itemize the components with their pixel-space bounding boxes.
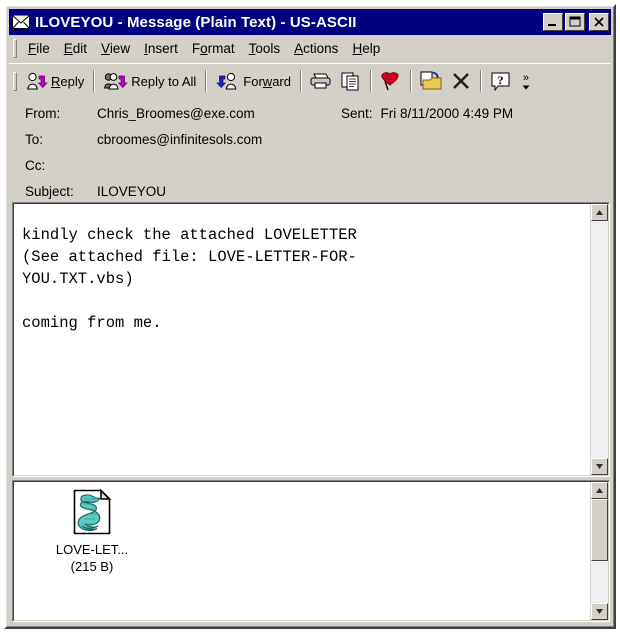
message-window: ILOVEYOU - Message (Plain Text) - US-ASC… xyxy=(4,4,616,629)
reply-all-icon xyxy=(104,73,129,90)
reply-button[interactable]: Reply xyxy=(21,68,89,94)
subject-label: Subject: xyxy=(25,184,74,199)
move-to-folder-button[interactable] xyxy=(416,68,446,94)
subject-value[interactable]: ILOVEYOU xyxy=(97,184,166,199)
header-row-to: To: cbroomes@infinitesols.com xyxy=(9,132,611,158)
reply-to-all-button[interactable]: Reply to All xyxy=(99,68,201,94)
toolbar-separator xyxy=(93,70,96,92)
scroll-thumb[interactable] xyxy=(591,499,608,561)
menu-item-help[interactable]: Help xyxy=(345,39,387,58)
scroll-track[interactable] xyxy=(591,221,608,458)
minimize-button[interactable] xyxy=(543,13,563,31)
envelope-icon xyxy=(12,15,30,29)
scroll-up-button[interactable] xyxy=(591,482,608,499)
flag-button[interactable] xyxy=(376,68,406,94)
menu-item-format[interactable]: Format xyxy=(185,39,242,58)
sent-label: Sent: xyxy=(341,106,373,121)
cc-label: Cc: xyxy=(25,158,46,173)
svg-text:?: ? xyxy=(497,73,503,87)
toolbar-separator xyxy=(409,70,412,92)
menu-item-edit[interactable]: Edit xyxy=(57,39,94,58)
forward-button[interactable]: Forward xyxy=(211,68,296,94)
delete-icon xyxy=(453,73,469,89)
attachment-item[interactable]: LOVE-LET... (215 B) xyxy=(40,488,144,575)
window-inner: ILOVEYOU - Message (Plain Text) - US-ASC… xyxy=(6,6,614,627)
message-body-scrollbar[interactable] xyxy=(590,204,608,475)
arrow-up-icon xyxy=(596,488,603,493)
attachment-scrollbar[interactable] xyxy=(590,482,608,620)
menu-item-insert[interactable]: Insert xyxy=(137,39,185,58)
menu-item-actions[interactable]: Actions xyxy=(287,39,345,58)
header-row-from: From: Chris_Broomes@exe.com xyxy=(9,106,611,132)
copy-button[interactable] xyxy=(336,68,366,94)
help-icon: ? xyxy=(491,72,510,91)
menu-bar: File Edit View Insert Format Tools Actio… xyxy=(9,35,611,63)
toolbar-separator xyxy=(299,70,302,92)
reply-icon xyxy=(27,72,48,90)
menu-item-view[interactable]: View xyxy=(94,39,137,58)
forward-icon xyxy=(216,72,237,90)
toolbar-drag-handle[interactable] xyxy=(13,71,17,91)
scroll-up-button[interactable] xyxy=(591,204,608,221)
move-to-folder-icon xyxy=(420,71,442,90)
to-value[interactable]: cbroomes@infinitesols.com xyxy=(97,132,262,147)
from-label: From: xyxy=(25,106,61,121)
scroll-down-button[interactable] xyxy=(591,458,608,475)
from-value[interactable]: Chris_Broomes@exe.com xyxy=(97,106,255,121)
forward-label: Forward xyxy=(243,73,291,89)
attachment-area: LOVE-LET... (215 B) xyxy=(14,482,590,620)
message-body-panel: kindly check the attached LOVELETTER (Se… xyxy=(12,202,610,477)
maximize-button[interactable] xyxy=(565,13,585,31)
reply-label: Reply xyxy=(51,73,85,89)
header-row-sent: Sent: Fri 8/11/2000 4:49 PM xyxy=(341,106,513,132)
message-body-text[interactable]: kindly check the attached LOVELETTER (Se… xyxy=(14,204,590,475)
title-bar[interactable]: ILOVEYOU - Message (Plain Text) - US-ASC… xyxy=(9,9,611,35)
print-icon xyxy=(310,73,331,89)
toolbar-separator xyxy=(369,70,372,92)
copy-icon xyxy=(341,72,359,91)
arrow-down-icon xyxy=(596,609,603,614)
vbscript-file-icon xyxy=(73,488,112,535)
to-label: To: xyxy=(25,132,44,147)
header-row-cc: Cc: xyxy=(9,158,611,184)
toolbar-separator xyxy=(479,70,482,92)
toolbar-overflow-label: » xyxy=(522,71,530,84)
help-button[interactable]: ? xyxy=(486,68,516,94)
attachment-panel: LOVE-LET... (215 B) xyxy=(12,480,610,622)
toolbar-separator xyxy=(205,70,208,92)
reply-to-all-label: Reply to All xyxy=(131,73,197,89)
close-button[interactable] xyxy=(589,13,609,31)
flag-icon xyxy=(381,72,399,91)
sent-value: Fri 8/11/2000 4:49 PM xyxy=(380,106,514,121)
scroll-track[interactable] xyxy=(591,561,608,603)
attachment-size: (215 B) xyxy=(70,559,114,574)
chevron-down-icon xyxy=(522,85,530,89)
menu-item-file[interactable]: File xyxy=(21,39,57,58)
arrow-down-icon xyxy=(596,464,603,469)
message-headers: From: Chris_Broomes@exe.com To: cbroomes… xyxy=(9,98,611,202)
attachment-name: LOVE-LET... xyxy=(55,542,129,557)
print-button[interactable] xyxy=(306,68,336,94)
window-title: ILOVEYOU - Message (Plain Text) - US-ASC… xyxy=(35,13,357,31)
menu-item-tools[interactable]: Tools xyxy=(242,39,288,58)
arrow-up-icon xyxy=(596,210,603,215)
toolbar: Reply Reply to All Forward ? » xyxy=(9,63,611,98)
menu-drag-handle[interactable] xyxy=(13,39,17,58)
toolbar-overflow-button[interactable]: » xyxy=(518,68,534,94)
scroll-down-button[interactable] xyxy=(591,603,608,620)
delete-button[interactable] xyxy=(446,68,476,94)
